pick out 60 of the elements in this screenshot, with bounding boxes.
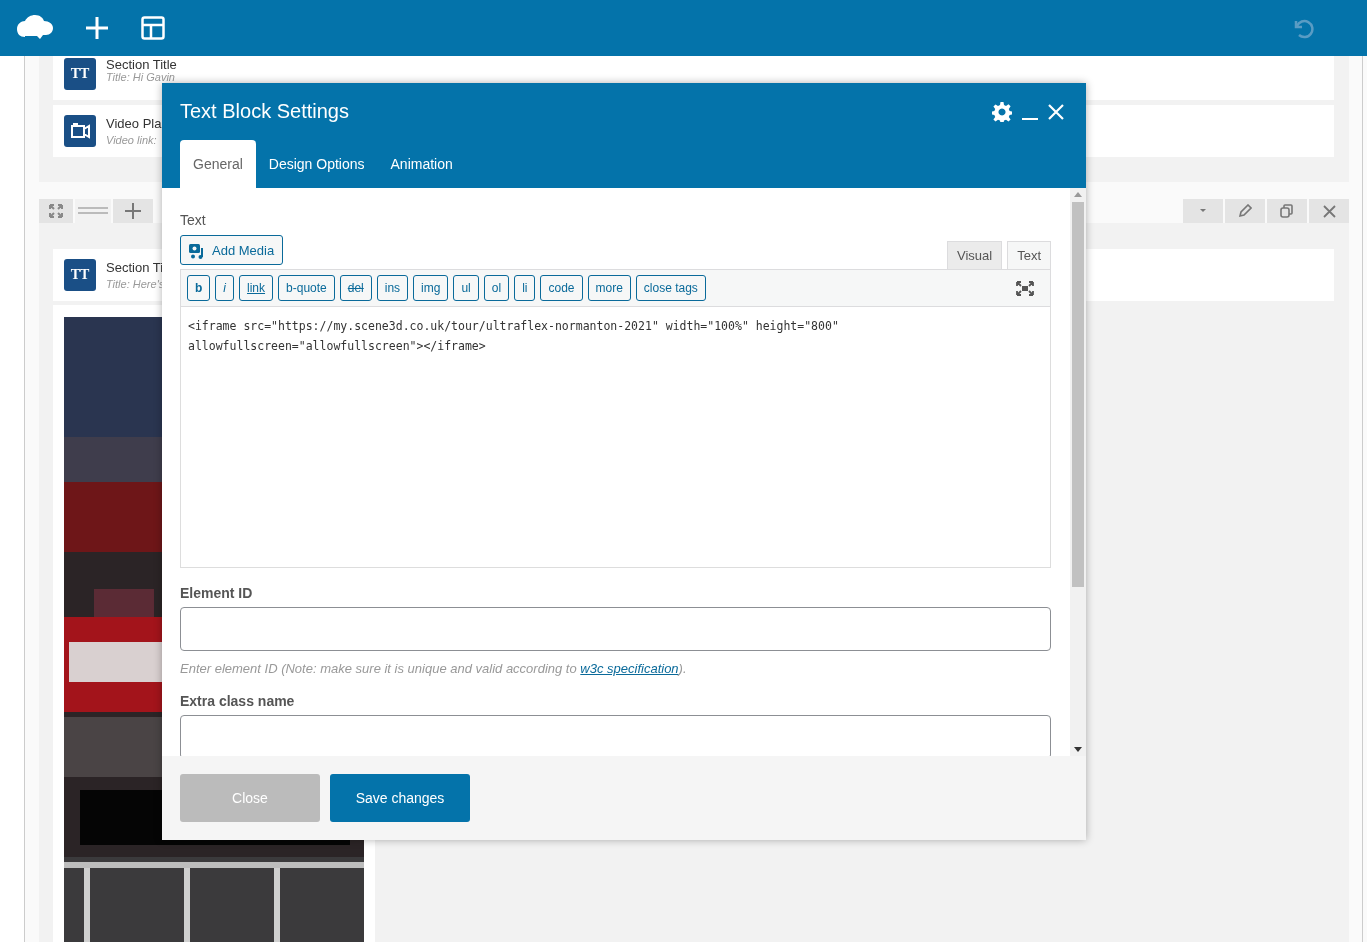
format-button[interactable]: ol (483, 275, 510, 301)
clone-button[interactable] (1267, 199, 1307, 223)
format-button[interactable]: b-quote (278, 275, 335, 301)
add-button[interactable] (113, 199, 153, 223)
delete-button[interactable] (1309, 199, 1349, 223)
scroll-down-icon[interactable] (1074, 747, 1082, 752)
expand-button[interactable] (39, 199, 73, 223)
tab[interactable]: Design Options (255, 140, 378, 188)
pencil-icon (1238, 204, 1252, 218)
element-subtitle: Title: Hi Gavin (106, 71, 176, 83)
save-button[interactable]: Save changes (330, 774, 470, 822)
field-label: Element ID (180, 585, 254, 601)
code-editor[interactable]: <iframe src="https://my.scene3d.co.uk/tour/ultraflex-normanton-2021" width="100%" height="800" allowfullscreen="allowfullscreen"></iframe> (180, 307, 1051, 568)
format-button[interactable]: i (215, 275, 234, 301)
title-icon: TT (64, 58, 96, 90)
element-title: Section Title (106, 58, 177, 71)
field-label: Text (180, 212, 207, 228)
cloud-icon[interactable] (17, 15, 53, 41)
drag-handle[interactable] (75, 199, 111, 223)
close-icon (1322, 204, 1336, 218)
format-button[interactable]: link (239, 275, 274, 301)
input-field[interactable] (180, 607, 1051, 651)
plus-icon[interactable] (85, 16, 109, 40)
plus-icon (125, 203, 141, 219)
element-title: Section Ti (106, 260, 165, 275)
fullscreen-icon[interactable] (1016, 280, 1034, 296)
specification-link[interactable]: w3c specification (580, 661, 679, 676)
format-button[interactable]: b (187, 275, 211, 301)
tab[interactable]: General (180, 140, 256, 188)
format-button[interactable]: li (514, 275, 536, 301)
title-icon: TT (64, 259, 96, 291)
close-icon[interactable] (1048, 103, 1064, 120)
drag-lines-icon (78, 207, 108, 215)
settings-icon[interactable] (992, 101, 1012, 122)
layout-icon[interactable] (141, 16, 165, 40)
video-camera-icon (64, 115, 96, 147)
field-label: Extra class name (180, 693, 296, 709)
caret-icon (1198, 208, 1208, 214)
element-subtitle: Video link: (106, 134, 158, 146)
scroll-up-icon[interactable] (1074, 192, 1082, 197)
editor-tab[interactable]: Text (1007, 241, 1051, 269)
format-button[interactable]: code (540, 275, 583, 301)
dialog-title: Text Block Settings (180, 100, 350, 123)
format-button[interactable]: ins (376, 275, 409, 301)
editor-tab[interactable]: Visual (946, 241, 1003, 269)
format-button[interactable]: img (413, 275, 449, 301)
media-icon (189, 241, 206, 259)
format-button[interactable]: close tags (635, 275, 706, 301)
element-title: Video Pla (106, 116, 162, 131)
input-field[interactable] (180, 715, 1051, 756)
tab[interactable]: Animation (377, 140, 466, 188)
add-media-button[interactable]: Add Media (180, 235, 284, 265)
hint-text: Enter element ID (Note: make sure it is unique and valid according to w3c specification). (180, 661, 688, 676)
edit-button[interactable] (1225, 199, 1265, 223)
format-button[interactable]: more (587, 275, 631, 301)
copy-icon (1280, 204, 1294, 218)
expand-icon (49, 204, 63, 218)
format-button[interactable]: ul (453, 275, 479, 301)
format-button[interactable]: del (339, 275, 372, 301)
scrollbar-thumb[interactable] (1072, 202, 1084, 587)
